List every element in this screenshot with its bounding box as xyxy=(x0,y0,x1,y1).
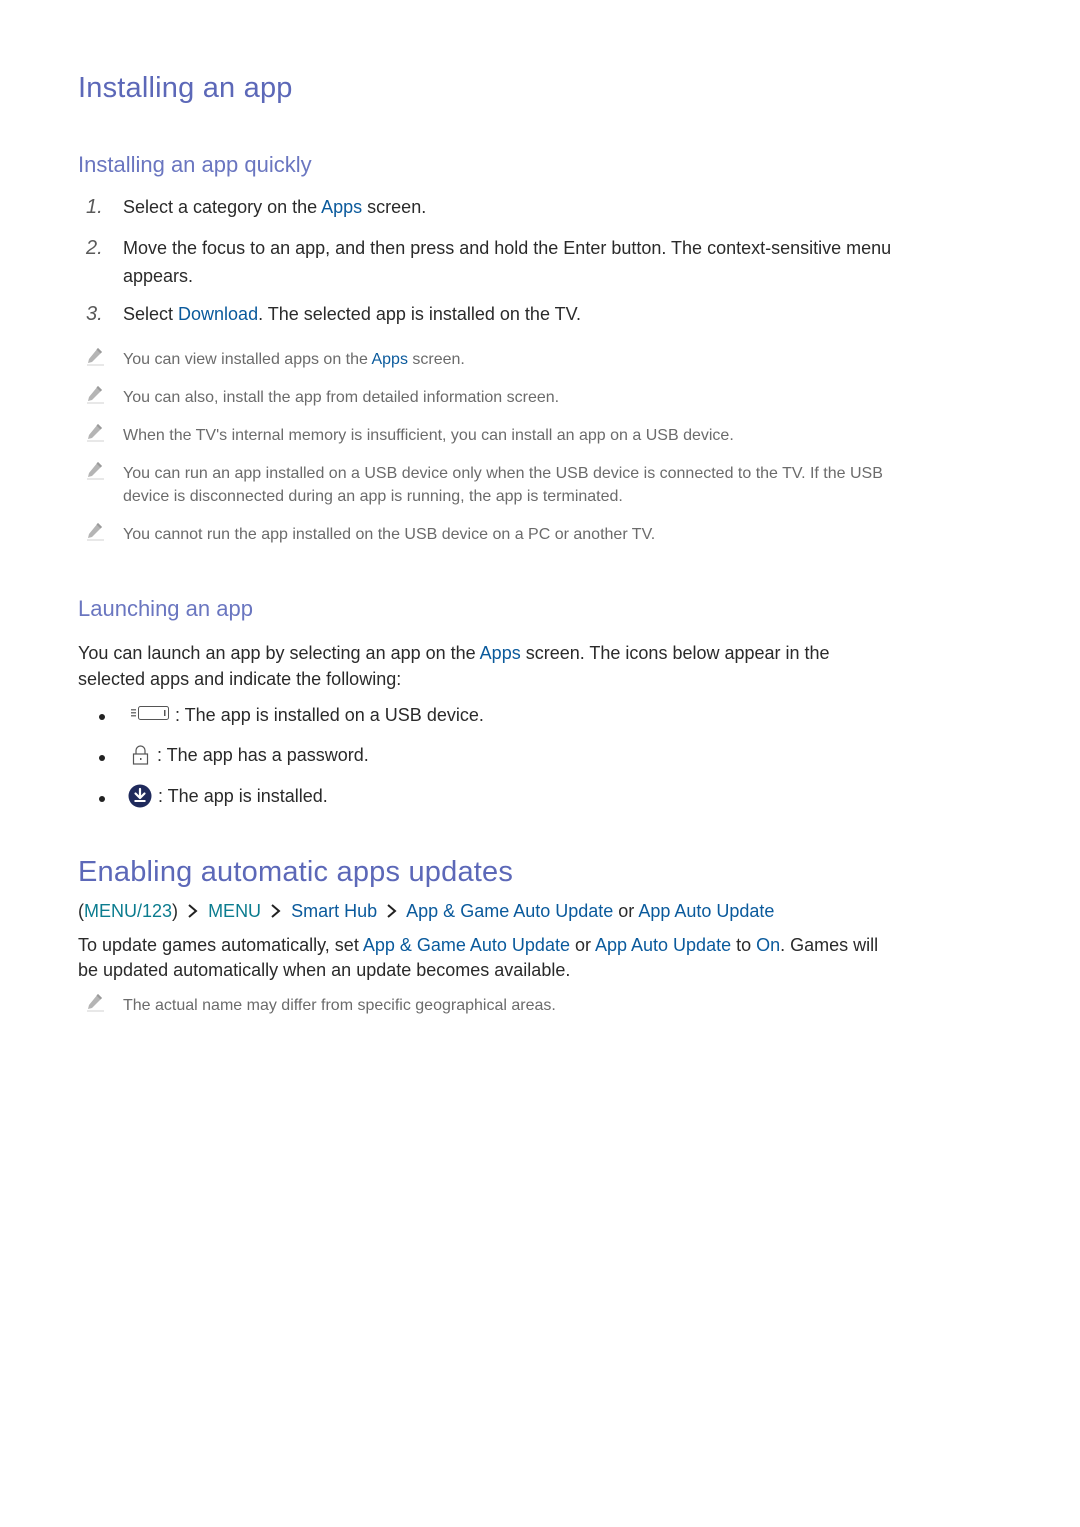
body-post: . Games will xyxy=(780,935,879,955)
step-number: 3. xyxy=(86,303,103,325)
bullet-text: : The app is installed. xyxy=(158,786,328,806)
note-text-post: screen. xyxy=(407,351,465,368)
section-title-installing-an-app: Installing an app xyxy=(78,72,293,104)
chevron-right-icon xyxy=(271,904,281,918)
step-text: Select Download. The selected app is ins… xyxy=(123,302,581,327)
step-text-continued: appears. xyxy=(123,266,194,286)
intro-post: screen. The icons below appear in the xyxy=(520,643,830,663)
subsection-title-installing-quickly: Installing an app quickly xyxy=(78,152,312,177)
lock-icon xyxy=(132,745,149,765)
to-text: to xyxy=(731,935,757,955)
bullet-text: : The app is installed on a USB device. xyxy=(175,705,484,725)
pencil-icon xyxy=(84,991,106,1013)
usb-device-icon xyxy=(131,706,169,720)
section-title-auto-updates: Enabling automatic apps updates xyxy=(78,856,514,888)
note-text: When the TV's internal memory is insuffi… xyxy=(123,427,734,444)
note-text: You can view installed apps on the Apps … xyxy=(123,349,465,371)
launch-intro-continued: selected apps and indicate the following… xyxy=(78,669,402,689)
app-auto-update-link[interactable]: App Auto Update xyxy=(638,901,774,921)
update-body-continued: be updated automatically when an update … xyxy=(78,960,571,980)
pencil-icon xyxy=(84,520,106,542)
chevron-right-icon xyxy=(188,904,198,918)
download-link[interactable]: Download xyxy=(178,304,258,324)
launch-intro: You can launch an app by selecting an ap… xyxy=(78,641,830,666)
note-text: You can also, install the app from detai… xyxy=(123,389,560,406)
chevron-right-icon xyxy=(387,904,397,918)
apps-link[interactable]: Apps xyxy=(371,351,407,368)
step-text-pre: Select a category on the xyxy=(123,197,322,217)
note-text: You can run an app installed on a USB de… xyxy=(123,465,883,482)
note-text: You cannot run the app installed on the … xyxy=(123,526,656,543)
step-number: 2. xyxy=(86,237,103,259)
step-text-post: screen. xyxy=(362,197,427,217)
or-text: or xyxy=(569,935,595,955)
or-text: or xyxy=(613,901,639,921)
installed-download-icon xyxy=(128,784,152,808)
apps-link[interactable]: Apps xyxy=(480,643,521,663)
step-text-pre: Select xyxy=(123,304,179,324)
app-game-auto-update-link[interactable]: App & Game Auto Update xyxy=(406,901,613,921)
pencil-icon xyxy=(84,383,106,405)
bullet xyxy=(99,714,105,720)
intro-pre: You can launch an app by selecting an ap… xyxy=(78,643,480,663)
menu-link[interactable]: MENU xyxy=(208,901,261,921)
menu-123-link[interactable]: MENU/123 xyxy=(84,901,172,921)
bullet-text: : The app has a password. xyxy=(157,745,369,765)
step-number: 1. xyxy=(86,196,103,218)
menu-path: (MENU/123) MENU Smart Hub App & Game Aut… xyxy=(78,899,774,924)
note-text-continued: device is disconnected during an app is … xyxy=(123,488,623,505)
pencil-icon xyxy=(84,345,106,367)
bullet xyxy=(99,755,105,761)
app-game-auto-update-link[interactable]: App & Game Auto Update xyxy=(363,935,570,955)
subsection-title-launching: Launching an app xyxy=(78,596,253,621)
apps-link[interactable]: Apps xyxy=(321,197,362,217)
step-text: Select a category on the Apps screen. xyxy=(123,195,426,220)
on-link[interactable]: On xyxy=(756,935,780,955)
update-body: To update games automatically, set App &… xyxy=(78,933,878,958)
note-text-pre: You can view installed apps on the xyxy=(123,351,372,368)
pencil-icon xyxy=(84,459,106,481)
bullet xyxy=(99,796,105,802)
body-pre: To update games automatically, set xyxy=(78,935,363,955)
note-text: The actual name may differ from specific… xyxy=(123,997,556,1014)
step-text: Move the focus to an app, and then press… xyxy=(123,238,892,258)
step-text-post: . The selected app is installed on the T… xyxy=(258,304,581,324)
smart-hub-link[interactable]: Smart Hub xyxy=(291,901,377,921)
app-auto-update-link[interactable]: App Auto Update xyxy=(595,935,731,955)
paren-close: ) xyxy=(172,901,179,921)
pencil-icon xyxy=(84,421,106,443)
